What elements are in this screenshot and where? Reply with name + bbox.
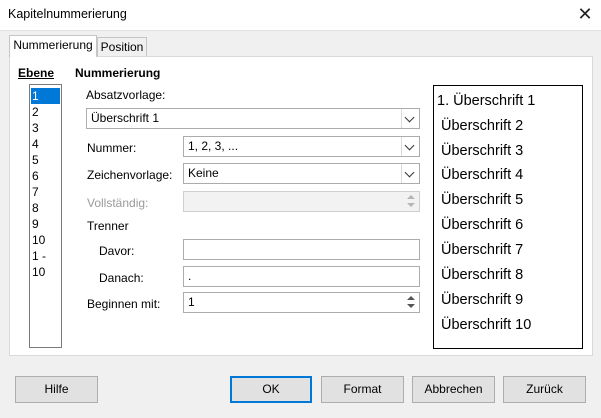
chevron-down-icon[interactable] <box>401 164 419 183</box>
preview-line: Überschrift 5 <box>441 192 524 208</box>
start-label: Beginnen mit: <box>87 297 161 311</box>
paragraph-style-value: Überschrift 1 <box>91 111 160 125</box>
ok-button-label: OK <box>262 382 280 396</box>
level-item[interactable]: 5 <box>31 152 60 168</box>
level-item[interactable]: 3 <box>31 120 60 136</box>
char-style-dropdown[interactable]: Keine <box>183 163 420 184</box>
format-button-label: Format <box>343 382 382 396</box>
format-button[interactable]: Format <box>321 376 404 403</box>
level-item[interactable]: 4 <box>31 136 60 152</box>
level-item[interactable]: 1 - 10 <box>31 248 62 279</box>
tab-nummerierung[interactable]: Nummerierung <box>9 35 97 57</box>
number-dropdown[interactable]: 1, 2, 3, ... <box>183 136 420 157</box>
start-value: 1 <box>188 295 195 309</box>
back-button[interactable]: Zurück <box>503 376 586 403</box>
level-item[interactable]: 9 <box>31 216 60 232</box>
before-input[interactable] <box>183 239 420 260</box>
separator-title: Trenner <box>87 219 129 233</box>
full-label: Vollständig: <box>87 196 149 210</box>
char-style-label: Zeichenvorlage: <box>87 168 173 182</box>
spin-arrows-icon[interactable] <box>404 294 418 311</box>
window-title: Kapitelnummerierung <box>8 7 127 21</box>
preview-line: Überschrift 4 <box>441 167 524 183</box>
close-icon[interactable]: ✕ <box>574 2 596 26</box>
cancel-button-label: Abbrechen <box>424 382 483 396</box>
preview-line: Überschrift 2 <box>441 118 524 134</box>
preview-line: Überschrift 9 <box>441 292 524 308</box>
tab-position[interactable]: Position <box>97 37 147 57</box>
level-item[interactable]: 6 <box>31 168 60 184</box>
full-stepper <box>183 191 420 212</box>
chevron-down-icon[interactable] <box>401 137 419 156</box>
after-label: Danach: <box>99 271 144 285</box>
levels-header: Ebene <box>18 66 54 80</box>
preview-line: 1. Überschrift 1 <box>437 93 536 109</box>
level-item[interactable]: 2 <box>31 104 60 120</box>
preview-line: Überschrift 10 <box>441 317 532 333</box>
help-button[interactable]: Hilfe <box>15 376 98 403</box>
preview-line: Überschrift 6 <box>441 217 524 233</box>
preview-line: Überschrift 7 <box>441 242 524 258</box>
preview-line: Überschrift 8 <box>441 267 524 283</box>
help-button-label: Hilfe <box>44 382 69 396</box>
after-input[interactable]: . <box>183 266 420 287</box>
chevron-down-icon[interactable] <box>401 109 419 128</box>
tab-nummerierung-label: Nummerierung <box>13 38 93 52</box>
ok-button[interactable]: OK <box>230 376 312 403</box>
number-value: 1, 2, 3, ... <box>188 139 239 153</box>
level-item[interactable]: 8 <box>31 200 60 216</box>
numbering-preview: 1. Überschrift 1 Überschrift 2 Überschri… <box>433 85 583 349</box>
preview-line: Überschrift 3 <box>441 143 524 159</box>
level-item[interactable]: 7 <box>31 184 60 200</box>
level-list[interactable]: 1 2 3 4 5 6 7 8 9 10 1 - 10 <box>29 84 62 348</box>
after-value: . <box>188 269 192 283</box>
back-button-label: Zurück <box>526 382 563 396</box>
start-stepper[interactable]: 1 <box>183 292 420 313</box>
paragraph-style-label: Absatzvorlage: <box>86 88 166 102</box>
level-item[interactable]: 1 <box>31 88 60 104</box>
level-item[interactable]: 10 <box>31 232 60 248</box>
paragraph-style-dropdown[interactable]: Überschrift 1 <box>86 108 420 129</box>
char-style-value: Keine <box>188 166 219 180</box>
numbering-section-title: Nummerierung <box>75 66 161 80</box>
tab-position-label: Position <box>100 40 144 54</box>
spin-arrows-icon <box>404 193 418 210</box>
before-label: Davor: <box>99 244 135 258</box>
number-label: Nummer: <box>87 141 137 155</box>
levels-header-text: Ebene <box>18 66 55 80</box>
cancel-button[interactable]: Abbrechen <box>412 376 495 403</box>
